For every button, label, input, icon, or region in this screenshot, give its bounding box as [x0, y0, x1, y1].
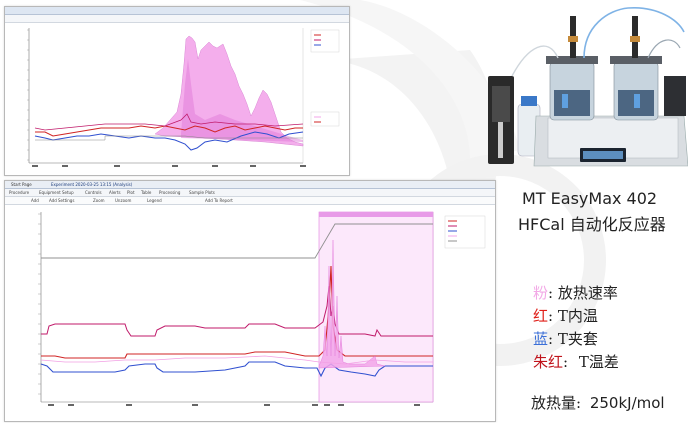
menu-controls[interactable]: Controls — [85, 190, 102, 195]
menu-equipment[interactable]: Equipment Setup — [39, 190, 74, 195]
toolbar-legend[interactable]: Legend — [147, 198, 162, 203]
legend-value-pink: 放热速率 — [557, 284, 618, 302]
legend-row-tjacket: 蓝: T夹套 — [533, 328, 598, 349]
legend-value-red: T内温 — [557, 307, 598, 325]
bottom-axis-ticks — [38, 213, 41, 395]
top-x-marker — [212, 165, 218, 167]
bottom-toolbar: Add Add Settings Zoom Unzoom Legend Add … — [5, 197, 495, 205]
toolbar-add-to-report[interactable]: Add To Report — [205, 198, 233, 203]
tube-3 — [647, 39, 681, 59]
bottom-x-marker — [68, 404, 74, 406]
bottom-x-marker — [126, 404, 132, 406]
bottom-selected-header — [319, 212, 433, 217]
top-x-marker — [114, 165, 120, 167]
bottom-title-bar: Start Page Experiment 2020-03-25 13:15 (… — [5, 181, 495, 189]
bottom-x-marker — [338, 404, 344, 406]
top-title-bar — [5, 7, 349, 15]
legend-sep-blue: : — [548, 330, 554, 348]
heat-summary: 放热量: 250kJ/mol — [531, 392, 665, 413]
menu-processing[interactable]: Processing — [159, 190, 180, 195]
top-trend-chart — [27, 28, 340, 167]
bottle-cap — [521, 96, 537, 106]
bottom-x-marker — [192, 404, 198, 406]
top-software-screenshot — [4, 6, 350, 176]
bottom-x-marker — [264, 404, 270, 406]
legend-key-pink: 粉 — [533, 284, 549, 302]
top-legend-box-1 — [310, 29, 340, 53]
bottom-tab-start[interactable]: Start Page — [11, 182, 32, 187]
legend-key-blue: 蓝 — [533, 330, 549, 348]
top-legend-box-2 — [310, 111, 340, 127]
device-title: MT EasyMax 402 — [522, 189, 658, 208]
device-subtitle: HFCal 自动化反应器 — [518, 215, 666, 234]
bottom-trend-chart — [38, 211, 486, 406]
top-x-markers — [32, 165, 306, 167]
legend-row-tdiff: 朱红: T温差 — [533, 351, 619, 372]
legend-key-red: 红 — [533, 307, 549, 325]
legend-value-vermilion: T温差 — [578, 353, 619, 371]
top-x-marker — [250, 165, 256, 167]
bottom-menu-bar: Procedure Equipment Setup Controls Alert… — [5, 189, 495, 197]
menu-alerts[interactable]: Alerts — [109, 190, 121, 195]
bottom-tab-experiment[interactable]: Experiment 2020-03-25 13:15 (Analysis) — [51, 182, 132, 187]
legend-sep-red: : — [548, 307, 554, 325]
bottom-software-screenshot: Start Page Experiment 2020-03-25 13:15 (… — [4, 180, 496, 422]
toolbar-unzoom[interactable]: Unzoom — [115, 198, 131, 203]
menu-sample-plots[interactable]: Sample Plots — [189, 190, 215, 195]
easymax-device-illustration — [488, 7, 688, 167]
menu-plot[interactable]: Plot — [127, 190, 135, 195]
toolbar-add-settings[interactable]: Add Settings — [49, 198, 74, 203]
legend-value-blue: T夹套 — [557, 330, 598, 348]
top-toolbar — [5, 15, 349, 23]
toolbar-zoom[interactable]: Zoom — [93, 198, 105, 203]
menu-table[interactable]: Table — [141, 190, 151, 195]
bottom-x-marker — [414, 404, 420, 406]
legend-row-tinternal: 红: T内温 — [533, 305, 598, 326]
menu-procedure[interactable]: Procedure — [9, 190, 29, 195]
bottom-selected-region — [318, 211, 434, 403]
legend-row-heatflow: 粉: 放热速率 — [533, 282, 618, 303]
top-x-marker — [300, 165, 306, 167]
top-x-marker — [62, 165, 68, 167]
legend-key-vermilion: 朱红 — [533, 353, 564, 371]
legend-sep-pink: : — [548, 284, 554, 302]
top-x-marker — [172, 165, 178, 167]
bottom-x-marker — [48, 404, 54, 406]
side-module — [664, 76, 686, 116]
bottom-x-marker — [312, 404, 318, 406]
syringe-plunger — [498, 122, 503, 158]
heat-label: 放热量: — [531, 394, 582, 412]
legend-sep-vermilion: : — [563, 353, 569, 371]
bottom-x-markers — [48, 404, 420, 406]
heat-value: 250kJ/mol — [589, 394, 665, 412]
top-x-marker — [32, 165, 38, 167]
bottom-x-marker — [324, 404, 330, 406]
toolbar-add[interactable]: Add — [31, 198, 39, 203]
